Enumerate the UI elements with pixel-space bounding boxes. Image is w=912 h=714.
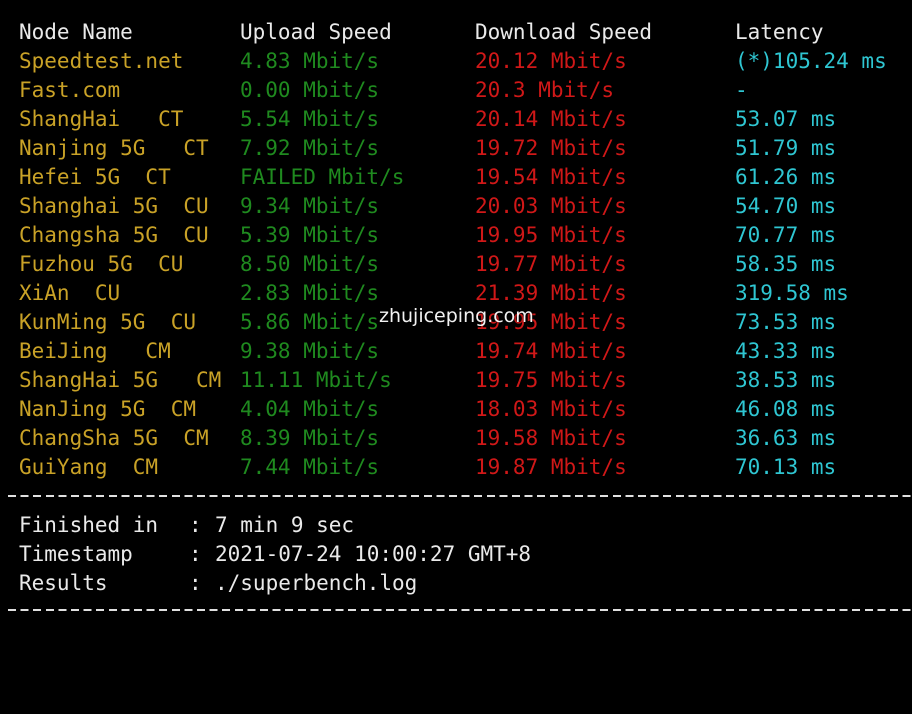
dashed-line <box>8 609 912 611</box>
node-name: BeiJing CM <box>19 339 171 363</box>
table-row: Speedtest.net 4.83 Mbit/s 20.12 Mbit/s (… <box>0 47 887 76</box>
upload-speed: 7.92 Mbit/s <box>240 136 380 160</box>
upload-speed: 4.83 Mbit/s <box>240 49 380 73</box>
upload-speed: 7.44 Mbit/s <box>240 455 380 479</box>
table-row: ShangHai CT 5.54 Mbit/s 20.14 Mbit/s 53.… <box>0 105 836 134</box>
download-speed: 21.39 Mbit/s <box>475 281 627 305</box>
latency: 38.53 ms <box>735 368 837 392</box>
summary-colon: : <box>189 571 202 595</box>
table-row: GuiYang CM 7.44 Mbit/s 19.87 Mbit/s 70.1… <box>0 453 836 482</box>
download-speed: 20.12 Mbit/s <box>475 49 627 73</box>
latency: 51.79 ms <box>735 136 837 160</box>
header-download-speed: Download Speed <box>475 20 653 44</box>
latency: - <box>735 78 748 102</box>
summary-label: Results <box>19 571 108 595</box>
latency: 36.63 ms <box>735 426 837 450</box>
download-speed: 20.3 Mbit/s <box>475 78 615 102</box>
upload-speed: 9.34 Mbit/s <box>240 194 380 218</box>
upload-speed: 5.54 Mbit/s <box>240 107 380 131</box>
latency: 61.26 ms <box>735 165 837 189</box>
latency: 73.53 ms <box>735 310 837 334</box>
upload-speed: 8.50 Mbit/s <box>240 252 380 276</box>
node-name: XiAn CU <box>19 281 121 305</box>
node-name: NanJing 5G CM <box>19 397 197 421</box>
node-name: ChangSha 5G CM <box>19 426 209 450</box>
upload-speed: FAILED Mbit/s <box>240 165 405 189</box>
table-row: Hefei 5G CT FAILED Mbit/s 19.54 Mbit/s 6… <box>0 163 836 192</box>
summary-row-results: Results : ./superbench.log <box>19 569 417 598</box>
latency: 53.07 ms <box>735 107 837 131</box>
terminal-window: Node Name Upload Speed Download Speed La… <box>0 0 912 618</box>
node-name: Speedtest.net <box>19 49 184 73</box>
upload-speed: 0.00 Mbit/s <box>240 78 380 102</box>
header-node-name: Node Name <box>19 20 133 44</box>
upload-speed: 4.04 Mbit/s <box>240 397 380 421</box>
table-row: ShangHai 5G CM 11.11 Mbit/s 19.75 Mbit/s… <box>0 366 836 395</box>
table-row: ChangSha 5G CM 8.39 Mbit/s 19.58 Mbit/s … <box>0 424 836 453</box>
node-name: Fast.com <box>19 78 121 102</box>
summary-row-finished: Finished in : 7 min 9 sec <box>19 511 354 540</box>
table-row: BeiJing CM 9.38 Mbit/s 19.74 Mbit/s 43.3… <box>0 337 836 366</box>
node-name: KunMing 5G CU <box>19 310 197 334</box>
header-upload-speed: Upload Speed <box>240 20 392 44</box>
table-header: Node Name Upload Speed Download Speed La… <box>0 18 824 47</box>
download-speed: 19.77 Mbit/s <box>475 252 627 276</box>
node-name: Fuzhou 5G CU <box>19 252 184 276</box>
summary-value: 7 min 9 sec <box>215 513 355 537</box>
table-row: Fast.com 0.00 Mbit/s 20.3 Mbit/s - <box>0 76 748 105</box>
latency: 46.08 ms <box>735 397 837 421</box>
upload-speed: 8.39 Mbit/s <box>240 426 380 450</box>
latency: 58.35 ms <box>735 252 837 276</box>
latency: 54.70 ms <box>735 194 837 218</box>
upload-speed: 11.11 Mbit/s <box>240 368 392 392</box>
summary-value: 2021-07-24 10:00:27 GMT+8 <box>215 542 532 566</box>
latency: 43.33 ms <box>735 339 837 363</box>
node-name: Changsha 5G CU <box>19 223 209 247</box>
dashed-divider-bottom <box>8 603 912 617</box>
upload-speed: 9.38 Mbit/s <box>240 339 380 363</box>
download-speed: 19.75 Mbit/s <box>475 368 627 392</box>
table-row: NanJing 5G CM 4.04 Mbit/s 18.03 Mbit/s 4… <box>0 395 836 424</box>
download-speed: 20.14 Mbit/s <box>475 107 627 131</box>
latency: (*)105.24 ms <box>735 49 887 73</box>
summary-label: Finished in <box>19 513 159 537</box>
watermark-text: zhujiceping.com <box>379 305 534 327</box>
dashed-line <box>8 495 912 497</box>
summary-value: ./superbench.log <box>215 571 418 595</box>
table-row: XiAn CU 2.83 Mbit/s 21.39 Mbit/s 319.58 … <box>0 279 849 308</box>
download-speed: 19.87 Mbit/s <box>475 455 627 479</box>
summary-colon: : <box>189 513 202 537</box>
summary-row-timestamp: Timestamp : 2021-07-24 10:00:27 GMT+8 <box>19 540 531 569</box>
upload-speed: 5.39 Mbit/s <box>240 223 380 247</box>
upload-speed: 2.83 Mbit/s <box>240 281 380 305</box>
download-speed: 20.03 Mbit/s <box>475 194 627 218</box>
download-speed: 18.03 Mbit/s <box>475 397 627 421</box>
table-row: Shanghai 5G CU 9.34 Mbit/s 20.03 Mbit/s … <box>0 192 836 221</box>
download-speed: 19.74 Mbit/s <box>475 339 627 363</box>
node-name: GuiYang CM <box>19 455 159 479</box>
node-name: ShangHai 5G CM <box>19 368 222 392</box>
node-name: Hefei 5G CT <box>19 165 171 189</box>
download-speed: 19.95 Mbit/s <box>475 223 627 247</box>
table-row: KunMing 5G CU 5.86 Mbit/s 19.95 Mbit/s 7… <box>0 308 836 337</box>
summary-label: Timestamp <box>19 542 133 566</box>
download-speed: 19.72 Mbit/s <box>475 136 627 160</box>
upload-speed: 5.86 Mbit/s <box>240 310 380 334</box>
node-name: ShangHai CT <box>19 107 184 131</box>
download-speed: 19.58 Mbit/s <box>475 426 627 450</box>
summary-colon: : <box>189 542 202 566</box>
latency: 70.77 ms <box>735 223 837 247</box>
latency: 70.13 ms <box>735 455 837 479</box>
table-row: Fuzhou 5G CU 8.50 Mbit/s 19.77 Mbit/s 58… <box>0 250 836 279</box>
download-speed: 19.54 Mbit/s <box>475 165 627 189</box>
header-latency: Latency <box>735 20 824 44</box>
latency: 319.58 ms <box>735 281 849 305</box>
table-row: Nanjing 5G CT 7.92 Mbit/s 19.72 Mbit/s 5… <box>0 134 836 163</box>
table-row: Changsha 5G CU 5.39 Mbit/s 19.95 Mbit/s … <box>0 221 836 250</box>
node-name: Shanghai 5G CU <box>19 194 209 218</box>
dashed-divider-top <box>8 489 912 503</box>
node-name: Nanjing 5G CT <box>19 136 209 160</box>
